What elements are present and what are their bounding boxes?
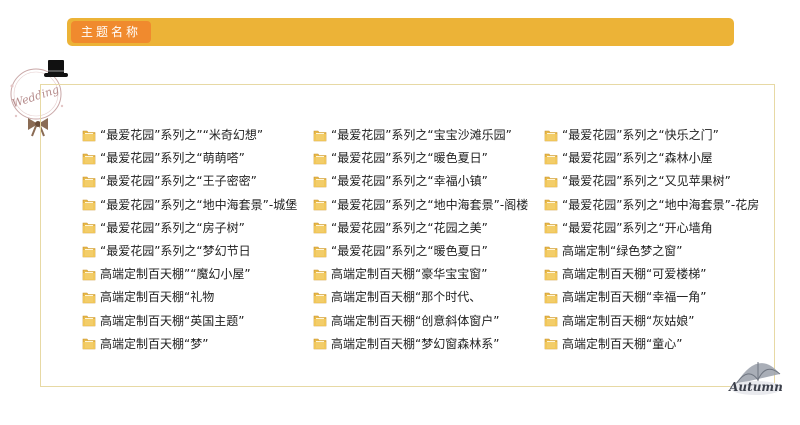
folder-label: “最爱花园”系列之“房子树” — [100, 220, 245, 235]
title-bar: 主题名称 — [67, 18, 734, 46]
folder-item[interactable]: “最爱花园”系列之“开心墙角 — [544, 216, 784, 239]
folder-item[interactable]: “最爱花园”系列之“暖色夏日” — [313, 239, 553, 262]
folder-item[interactable]: 高端定制百天棚“那个时代、 — [313, 285, 553, 308]
folder-icon — [544, 176, 558, 188]
folder-icon — [313, 292, 327, 304]
folder-label: 高端定制百天棚“可爱楼梯” — [562, 267, 707, 282]
folder-item[interactable]: 高端定制百天棚“豪华宝宝窗” — [313, 262, 553, 285]
folder-icon — [544, 246, 558, 257]
folder-icon — [313, 223, 327, 234]
folder-icon — [82, 199, 96, 211]
folder-icon — [82, 153, 96, 165]
folder-item[interactable]: “最爱花园”系列之“暖色夏日” — [313, 146, 553, 169]
folder-item[interactable]: “最爱花园”系列之“快乐之门” — [544, 123, 784, 146]
folder-icon — [313, 269, 327, 281]
folder-label: “最爱花园”系列之“花园之美” — [331, 220, 488, 235]
folder-label: “最爱花园”系列之”“米奇幻想” — [100, 128, 264, 143]
page-title: 主题名称 — [71, 21, 152, 43]
folder-item[interactable]: 高端定制百天棚“幸福一角” — [544, 285, 784, 308]
folder-label: “最爱花园”系列之“暖色夏日” — [331, 244, 488, 259]
folder-label: “最爱花园”系列之“宝宝沙滩乐园” — [331, 128, 512, 143]
folder-label: 高端定制百天棚“创意斜体窗户” — [331, 313, 500, 328]
folder-label: 高端定制“绿色梦之窗” — [562, 244, 683, 259]
folder-label: “最爱花园”系列之“暖色夏日” — [331, 151, 488, 166]
folder-item[interactable]: 高端定制百天棚“创意斜体窗户” — [313, 309, 553, 332]
top-hat-icon — [44, 60, 68, 77]
folder-label: 高端定制百天棚“童心” — [562, 336, 683, 351]
folder-item[interactable]: “最爱花园”系列之“萌萌嗒” — [82, 146, 322, 169]
folder-icon — [544, 292, 558, 304]
folder-icon — [544, 269, 558, 281]
folder-item[interactable]: 高端定制百天棚“英国主题” — [82, 309, 322, 332]
folder-icon — [82, 338, 96, 350]
folder-icon — [82, 292, 96, 304]
folder-item[interactable]: “最爱花园”系列之“花园之美” — [313, 216, 553, 239]
folder-icon — [82, 176, 96, 188]
folder-icon — [544, 315, 558, 327]
folder-label: 高端定制百天棚“礼物 — [100, 290, 215, 305]
folder-label: “最爱花园”系列之“森林小屋 — [562, 151, 713, 166]
file-list-column-2: “最爱花园”系列之“宝宝沙滩乐园” “最爱花园”系列之“暖色夏日” “最爱花园”… — [313, 123, 553, 355]
folder-item[interactable]: “最爱花园”系列之“房子树” — [82, 216, 322, 239]
folder-label: 高端定制百天棚“灰姑娘” — [562, 313, 695, 328]
folder-icon — [82, 315, 96, 327]
folder-label: 高端定制百天棚“梦幻窗森林系” — [331, 336, 500, 351]
folder-item[interactable]: 高端定制百天棚“灰姑娘” — [544, 309, 784, 332]
folder-item[interactable]: “最爱花园”系列之“森林小屋 — [544, 146, 784, 169]
folder-item[interactable]: “最爱花园”系列之“幸福小镇” — [313, 169, 553, 192]
folder-label: 高端定制百天棚“英国主题” — [100, 313, 245, 328]
folder-icon — [544, 338, 558, 350]
folder-item[interactable]: 高端定制百天棚“梦幻窗森林系” — [313, 332, 553, 355]
folder-item[interactable]: “最爱花园”系列之“地中海套景”-城堡 — [82, 193, 322, 216]
folder-icon — [82, 269, 96, 281]
folder-item[interactable]: “最爱花园”系列之“王子密密” — [82, 169, 322, 192]
folder-icon — [313, 176, 327, 188]
folder-label: 高端定制百天棚“幸福一角” — [562, 290, 707, 305]
autumn-text: Autumn — [728, 380, 783, 394]
folder-item[interactable]: “最爱花园”系列之“宝宝沙滩乐园” — [313, 123, 553, 146]
folder-item[interactable]: “最爱花园”系列之“地中海套景”-花房 — [544, 193, 784, 216]
folder-label: “最爱花园”系列之“萌萌嗒” — [100, 151, 245, 166]
folder-icon — [313, 130, 327, 141]
folder-item[interactable]: 高端定制百天棚“礼物 — [82, 285, 322, 308]
folder-label: “最爱花园”系列之“地中海套景”-花房 — [562, 197, 760, 212]
folder-label: 高端定制百天棚“豪华宝宝窗” — [331, 267, 488, 282]
folder-item[interactable]: “最爱花园”系列之“又见苹果树” — [544, 169, 784, 192]
folder-label: 高端定制百天棚“那个时代、 — [331, 290, 482, 305]
folder-icon — [544, 223, 558, 234]
folder-icon — [544, 130, 558, 141]
folder-label: “最爱花园”系列之“梦幻节日 — [100, 244, 251, 259]
folder-label: “最爱花园”系列之“快乐之门” — [562, 128, 719, 143]
folder-icon — [313, 153, 327, 165]
folder-icon — [313, 246, 327, 257]
folder-label: “最爱花园”系列之“王子密密” — [100, 174, 257, 189]
autumn-umbrella-decoration: Autumn — [728, 362, 783, 395]
folder-label: “最爱花园”系列之“地中海套景”-城堡 — [100, 197, 298, 212]
folder-item[interactable]: 高端定制百天棚“可爱楼梯” — [544, 262, 784, 285]
folder-icon — [544, 199, 558, 211]
folder-icon — [544, 153, 558, 165]
folder-item[interactable]: 高端定制百天棚“梦” — [82, 332, 322, 355]
folder-label: “最爱花园”系列之“开心墙角 — [562, 220, 713, 235]
folder-label: “最爱花园”系列之“又见苹果树” — [562, 174, 731, 189]
folder-icon — [313, 199, 327, 211]
folder-icon — [82, 246, 96, 257]
folder-label: “最爱花园”系列之“幸福小镇” — [331, 174, 488, 189]
folder-label: 高端定制百天棚“梦” — [100, 336, 209, 351]
folder-icon — [82, 130, 96, 141]
folder-icon — [313, 338, 327, 350]
file-list-column-3: “最爱花园”系列之“快乐之门” “最爱花园”系列之“森林小屋 “最爱花园”系列之… — [544, 123, 784, 355]
folder-item[interactable]: “最爱花园”系列之”“米奇幻想” — [82, 123, 322, 146]
folder-item[interactable]: 高端定制百天棚”“魔幻小屋” — [82, 262, 322, 285]
file-list-column-1: “最爱花园”系列之”“米奇幻想” “最爱花园”系列之“萌萌嗒” “最爱花园”系列… — [82, 123, 322, 355]
folder-label: 高端定制百天棚”“魔幻小屋” — [100, 267, 251, 282]
folder-label: “最爱花园”系列之“地中海套景”-阁楼 — [331, 197, 529, 212]
folder-item[interactable]: “最爱花园”系列之“梦幻节日 — [82, 239, 322, 262]
folder-item[interactable]: 高端定制“绿色梦之窗” — [544, 239, 784, 262]
folder-icon — [82, 223, 96, 234]
folder-item[interactable]: “最爱花园”系列之“地中海套景”-阁楼 — [313, 193, 553, 216]
folder-icon — [313, 315, 327, 327]
